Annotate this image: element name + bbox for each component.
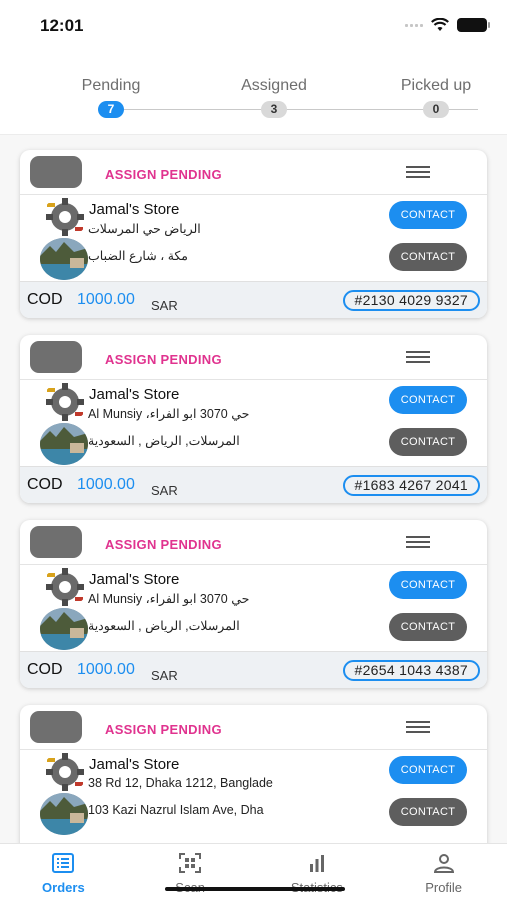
statistics-icon	[309, 855, 324, 872]
profile-icon	[433, 854, 454, 873]
customer-avatar	[30, 341, 82, 373]
step-assigned-count: 3	[261, 101, 287, 118]
store-logo-icon	[42, 567, 88, 607]
drag-handle-icon[interactable]	[406, 721, 430, 734]
dropoff-address: المرسلات, الرياض , السعودية	[88, 434, 240, 448]
orders-icon	[52, 853, 75, 873]
location-photo	[40, 608, 88, 650]
home-indicator	[165, 887, 345, 891]
contact-store-button[interactable]: CONTACT	[389, 201, 467, 229]
store-logo-icon	[42, 382, 88, 422]
location-photo	[40, 238, 88, 280]
cod-amount: 1000.00	[77, 661, 135, 678]
tab-profile[interactable]: Profile	[380, 844, 507, 900]
step-pickedup-count: 0	[423, 101, 449, 118]
battery-icon	[457, 18, 490, 32]
dropoff-address: مكة ، شارع الضباب	[88, 249, 188, 263]
contact-customer-button[interactable]: CONTACT	[389, 613, 467, 641]
drag-handle-icon[interactable]	[406, 166, 430, 179]
customer-avatar	[30, 711, 82, 743]
order-status: ASSIGN PENDING	[105, 167, 222, 182]
contact-customer-button[interactable]: CONTACT	[389, 798, 467, 826]
contact-store-button[interactable]: CONTACT	[389, 386, 467, 414]
dropoff-address: 103 Kazi Nazrul Islam Ave, Dha	[88, 803, 264, 817]
pickup-address: Al Munsiy ،حي 3070 ابو الفراء	[88, 592, 250, 606]
orders-list[interactable]: ASSIGN PENDING Jamal's Store الرياض حي ا…	[0, 135, 507, 843]
cod-currency: SAR	[151, 668, 178, 683]
order-status: ASSIGN PENDING	[105, 537, 222, 552]
store-logo-icon	[42, 752, 88, 792]
location-photo	[40, 423, 88, 465]
store-name: Jamal's Store	[89, 571, 180, 588]
drag-handle-icon[interactable]	[406, 351, 430, 364]
tracking-number[interactable]: #1683 4267 2041	[342, 475, 480, 496]
order-card[interactable]: ASSIGN PENDING Jamal's Store	[20, 150, 487, 318]
location-photo	[40, 793, 88, 835]
pickup-address: 38 Rd 12, Dhaka 1212, Banglade	[88, 776, 273, 790]
customer-avatar	[30, 156, 82, 188]
wifi-icon	[431, 18, 449, 31]
contact-customer-button[interactable]: CONTACT	[389, 243, 467, 271]
customer-avatar	[30, 526, 82, 558]
status-time: 12:01	[40, 16, 84, 35]
order-card[interactable]: ASSIGN PENDING Jamal's Store	[20, 335, 487, 503]
drag-handle-icon[interactable]	[406, 536, 430, 549]
status-bar: 12:01	[0, 0, 507, 50]
cod-label: COD	[27, 291, 63, 308]
store-name: Jamal's Store	[89, 756, 180, 773]
cod-currency: SAR	[151, 298, 178, 313]
order-footer: COD 1000.00 SAR #1683 4267 2041	[20, 466, 487, 503]
cod-label: COD	[27, 661, 63, 678]
store-name: Jamal's Store	[89, 386, 180, 403]
store-logo-icon	[42, 197, 88, 237]
step-pending-label[interactable]: Pending	[51, 77, 171, 95]
step-pending-count: 7	[98, 101, 124, 118]
order-status: ASSIGN PENDING	[105, 352, 222, 367]
pickup-address: الرياض حي المرسلات	[88, 222, 201, 236]
contact-store-button[interactable]: CONTACT	[389, 571, 467, 599]
order-card[interactable]: ASSIGN PENDING Jamal's Store	[20, 520, 487, 688]
step-pickedup-label[interactable]: Picked up	[376, 77, 496, 95]
signal-icon	[405, 23, 423, 27]
tab-orders[interactable]: Orders	[0, 844, 127, 900]
bottom-tab-bar: Orders Scan Statistics Profile	[0, 843, 507, 900]
store-name: Jamal's Store	[89, 201, 180, 218]
cod-amount: 1000.00	[77, 476, 135, 493]
tab-orders-label: Orders	[42, 880, 85, 895]
order-footer: COD 1000.00 SAR #2654 1043 4387	[20, 651, 487, 688]
cod-label: COD	[27, 476, 63, 493]
pickup-address: Al Munsiy ،حي 3070 ابو الفراء	[88, 407, 250, 421]
tab-profile-label: Profile	[425, 880, 463, 895]
step-assigned-label[interactable]: Assigned	[214, 77, 334, 95]
contact-store-button[interactable]: CONTACT	[389, 756, 467, 784]
tab-statistics[interactable]: Statistics	[254, 844, 381, 900]
dropoff-address: المرسلات, الرياض , السعودية	[88, 619, 240, 633]
tab-scan[interactable]: Scan	[127, 844, 254, 900]
order-footer: COD 1000.00 SAR #2130 4029 9327	[20, 281, 487, 318]
order-card[interactable]: ASSIGN PENDING Jamal's Store	[20, 705, 487, 843]
contact-customer-button[interactable]: CONTACT	[389, 428, 467, 456]
cod-amount: 1000.00	[77, 291, 135, 308]
tracking-number[interactable]: #2130 4029 9327	[342, 290, 480, 311]
tracking-number[interactable]: #2654 1043 4387	[342, 660, 480, 681]
cod-currency: SAR	[151, 483, 178, 498]
qr-scan-icon	[179, 853, 202, 873]
order-status: ASSIGN PENDING	[105, 722, 222, 737]
